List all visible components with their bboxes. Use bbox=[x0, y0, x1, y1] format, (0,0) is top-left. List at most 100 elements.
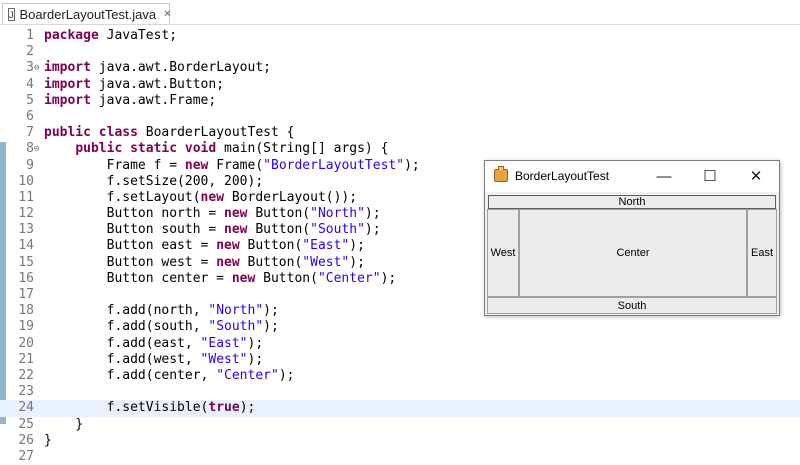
code-text: } bbox=[44, 417, 83, 433]
code-token: Button north = bbox=[44, 206, 225, 222]
window-titlebar[interactable]: BorderLayoutTest — ☐ ✕ bbox=[485, 161, 779, 192]
fold-toggle-icon[interactable]: ⊖ bbox=[34, 60, 39, 76]
code-line[interactable]: 8 ⊖ public static void main(String[] args… bbox=[0, 141, 800, 157]
line-number: 18 bbox=[18, 303, 34, 319]
code-token: Button( bbox=[247, 222, 311, 238]
line-number: 9 bbox=[26, 157, 34, 173]
code-line[interactable]: 20 f.add(east, "East"); bbox=[0, 336, 800, 352]
code-token: f.add(center, bbox=[44, 367, 217, 383]
code-line[interactable]: 1 package JavaTest; bbox=[0, 28, 800, 44]
code-text: package JavaTest; bbox=[44, 28, 177, 44]
line-number: 6 bbox=[26, 108, 34, 124]
code-line[interactable]: 23 bbox=[0, 384, 800, 400]
code-token: java.awt.Frame; bbox=[90, 92, 217, 108]
code-line[interactable]: 6 bbox=[0, 109, 800, 125]
code-token: ); bbox=[364, 222, 381, 238]
code-text: f.setVisible(true); bbox=[44, 400, 256, 416]
keyword-token: true bbox=[208, 400, 240, 416]
string-token: "Center" bbox=[317, 270, 381, 286]
keyword-token: static bbox=[130, 141, 178, 157]
string-token: "East" bbox=[200, 335, 248, 351]
code-token: BoarderLayoutTest { bbox=[137, 125, 295, 141]
code-line[interactable]: 19 f.add(south, "South"); bbox=[0, 319, 800, 335]
code-text: f.setLayout(new BorderLayout()); bbox=[44, 190, 357, 206]
keyword-token: new bbox=[200, 189, 225, 205]
minimize-button[interactable]: — bbox=[641, 161, 687, 192]
keyword-token: new bbox=[231, 270, 256, 286]
code-token: Button( bbox=[239, 238, 303, 254]
code-token: java.awt.Button; bbox=[90, 76, 225, 92]
border-layout-frame-window[interactable]: BorderLayoutTest — ☐ ✕ North West Center… bbox=[484, 160, 780, 316]
keyword-token: public bbox=[75, 141, 123, 157]
fold-toggle-icon[interactable]: ⊖ bbox=[34, 141, 39, 157]
line-number: 13 bbox=[18, 222, 34, 238]
line-number: 19 bbox=[18, 319, 34, 335]
close-button[interactable]: ✕ bbox=[733, 161, 779, 192]
code-line[interactable]: 3 ⊖ import java.awt.BorderLayout; bbox=[0, 60, 800, 76]
editor-tab-title: BoarderLayoutTest.java bbox=[19, 6, 157, 22]
code-token: f.setLayout( bbox=[44, 189, 201, 205]
java-file-icon: J bbox=[8, 7, 15, 21]
line-number: 24 bbox=[18, 400, 34, 416]
code-text: f.add(center, "Center"); bbox=[44, 367, 295, 384]
line-number: 23 bbox=[18, 384, 34, 400]
code-token: Button( bbox=[239, 254, 303, 270]
tab-close-icon[interactable]: ✕ bbox=[163, 9, 171, 20]
code-line[interactable]: 21 f.add(west, "West"); bbox=[0, 352, 800, 368]
code-token: } bbox=[44, 432, 52, 448]
code-text: } bbox=[44, 433, 52, 449]
center-button[interactable]: Center bbox=[519, 209, 747, 297]
line-number: 2 bbox=[26, 44, 34, 60]
frame-client-area: North West Center East South bbox=[487, 193, 777, 314]
code-text: import java.awt.Frame; bbox=[44, 93, 216, 109]
line-number: 5 bbox=[26, 92, 34, 108]
code-token: ); bbox=[278, 367, 295, 383]
code-token: ); bbox=[239, 400, 256, 416]
code-text: Button north = new Button("North"); bbox=[44, 206, 381, 222]
line-number: 22 bbox=[18, 367, 34, 383]
code-token: ); bbox=[364, 206, 381, 222]
string-token: "South" bbox=[310, 222, 365, 238]
code-line[interactable]: 4 import java.awt.Button; bbox=[0, 77, 800, 93]
code-line[interactable]: 26} bbox=[0, 433, 800, 449]
keyword-token: new bbox=[216, 238, 240, 254]
north-button[interactable]: North bbox=[488, 195, 776, 209]
code-text: f.add(west, "West"); bbox=[44, 352, 264, 368]
code-text: f.add(east, "East"); bbox=[44, 335, 264, 352]
code-line[interactable]: 5 import java.awt.Frame; bbox=[0, 93, 800, 109]
code-token: Button south = bbox=[44, 222, 225, 238]
south-button[interactable]: South bbox=[487, 297, 777, 314]
code-text: public class BoarderLayoutTest { bbox=[44, 125, 294, 141]
keyword-token: public bbox=[44, 125, 91, 141]
code-token: JavaTest; bbox=[98, 28, 178, 43]
maximize-button[interactable]: ☐ bbox=[687, 161, 733, 192]
string-token: "East" bbox=[302, 238, 350, 254]
code-line[interactable]: 25 } bbox=[0, 417, 800, 433]
west-button[interactable]: West bbox=[487, 209, 519, 297]
keyword-token: void bbox=[184, 141, 217, 157]
line-number: 14 bbox=[18, 238, 34, 254]
line-number: 8 bbox=[26, 141, 34, 157]
code-token: Button west = bbox=[44, 254, 217, 270]
code-text: Button west = new Button("West"); bbox=[44, 255, 365, 271]
code-text: f.add(north, "North"); bbox=[44, 303, 279, 319]
code-line[interactable]: 22 f.add(center, "Center"); bbox=[0, 368, 800, 384]
east-button[interactable]: East bbox=[747, 209, 777, 297]
java-cup-icon bbox=[494, 166, 508, 182]
code-token: f.setVisible( bbox=[44, 400, 209, 416]
code-line[interactable]: 27 bbox=[0, 449, 800, 465]
line-number: 16 bbox=[18, 270, 34, 286]
code-text: f.add(south, "South"); bbox=[44, 319, 279, 335]
code-token: Button center = bbox=[44, 270, 232, 286]
code-line[interactable]: 2 bbox=[0, 44, 800, 60]
string-token: "West" bbox=[302, 254, 350, 270]
keyword-token: import bbox=[44, 76, 91, 92]
code-line[interactable]: 7 public class BoarderLayoutTest { bbox=[0, 125, 800, 141]
editor-tab[interactable]: J BoarderLayoutTest.java ✕ bbox=[2, 3, 171, 24]
code-token: java.awt.BorderLayout; bbox=[90, 60, 271, 76]
code-line[interactable]: 24 f.setVisible(true); bbox=[0, 400, 800, 417]
code-token: ); bbox=[247, 335, 264, 351]
code-token: ); bbox=[349, 238, 365, 254]
